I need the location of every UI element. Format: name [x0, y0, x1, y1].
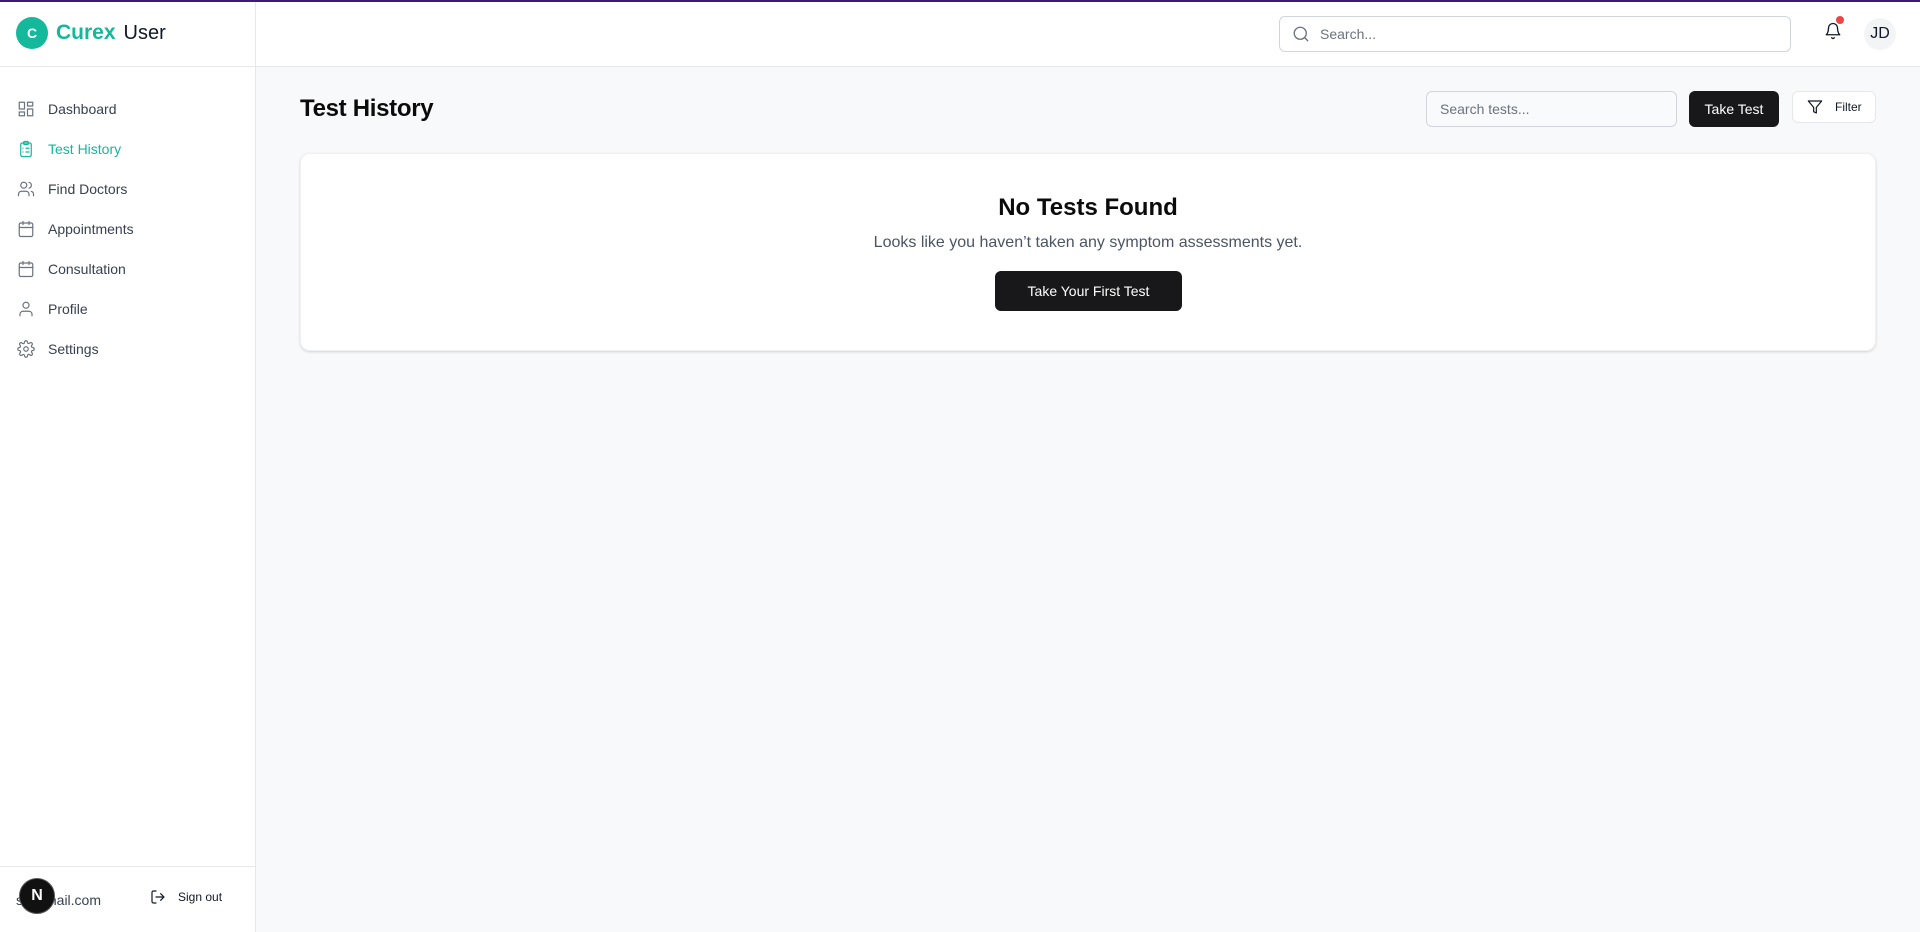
sidebar-item-find-doctors[interactable]: Find Doctors [0, 169, 255, 209]
avatar[interactable]: JD [1864, 18, 1896, 50]
top-header: JD [256, 0, 1920, 67]
empty-state-title: No Tests Found [998, 194, 1178, 221]
sidebar-item-dashboard[interactable]: Dashboard [0, 89, 255, 129]
sidebar-item-label: Profile [48, 301, 88, 317]
brand-role: User [123, 21, 166, 44]
global-search[interactable] [1279, 16, 1791, 52]
clipboard-list-icon [20, 140, 32, 158]
top-accent-line [0, 0, 1920, 2]
calendar-icon [18, 260, 34, 278]
dev-tools-badge[interactable]: N [19, 878, 55, 914]
users-icon [17, 181, 35, 197]
sidebar-item-label: Dashboard [48, 101, 117, 117]
take-first-test-button[interactable]: Take Your First Test [995, 271, 1182, 311]
global-search-input[interactable] [1320, 26, 1760, 42]
bell-icon [1825, 22, 1841, 40]
search-icon [1293, 26, 1309, 42]
sidebar-item-label: Appointments [48, 221, 134, 237]
sign-out-label: Sign out [178, 890, 223, 904]
brand[interactable]: C Curex User [0, 0, 255, 67]
calendar-icon [18, 220, 34, 238]
filter-icon [1807, 100, 1823, 114]
brand-name: Curex [56, 21, 116, 44]
sidebar-item-label: Settings [48, 341, 99, 357]
page-title: Test History [300, 95, 434, 122]
notification-dot [1836, 16, 1844, 24]
sign-out-button[interactable]: Sign out [150, 889, 222, 905]
dashboard-grid-icon [18, 101, 34, 117]
tests-search[interactable] [1426, 91, 1677, 127]
dev-badge-letter: N [31, 887, 43, 904]
sidebar-item-label: Consultation [48, 261, 126, 277]
empty-state-card: No Tests Found Looks like you haven’t ta… [300, 153, 1876, 351]
notifications-button[interactable] [1824, 16, 1846, 44]
filter-button[interactable]: Filter [1792, 91, 1876, 123]
tests-search-input[interactable] [1440, 101, 1665, 117]
sidebar: C Curex User Dashboard Test History Find… [0, 0, 256, 932]
log-out-icon [151, 890, 165, 904]
take-test-button[interactable]: Take Test [1689, 91, 1779, 127]
sidebar-item-profile[interactable]: Profile [0, 289, 255, 329]
gear-icon [17, 340, 35, 358]
empty-state-message: Looks like you haven’t taken any symptom… [873, 234, 1303, 251]
sidebar-item-test-history[interactable]: Test History [0, 129, 255, 169]
sidebar-item-appointments[interactable]: Appointments [0, 209, 255, 249]
filter-label: Filter [1835, 100, 1862, 114]
sidebar-footer: s@gmail.com N Sign out [0, 866, 255, 932]
sidebar-nav: Dashboard Test History Find Doctors Appo… [0, 67, 255, 369]
sidebar-item-settings[interactable]: Settings [0, 329, 255, 369]
sidebar-item-consultation[interactable]: Consultation [0, 249, 255, 289]
sidebar-item-label: Test History [48, 141, 122, 157]
sidebar-item-label: Find Doctors [48, 181, 128, 197]
brand-logo: C [16, 17, 48, 49]
user-icon [19, 301, 33, 317]
